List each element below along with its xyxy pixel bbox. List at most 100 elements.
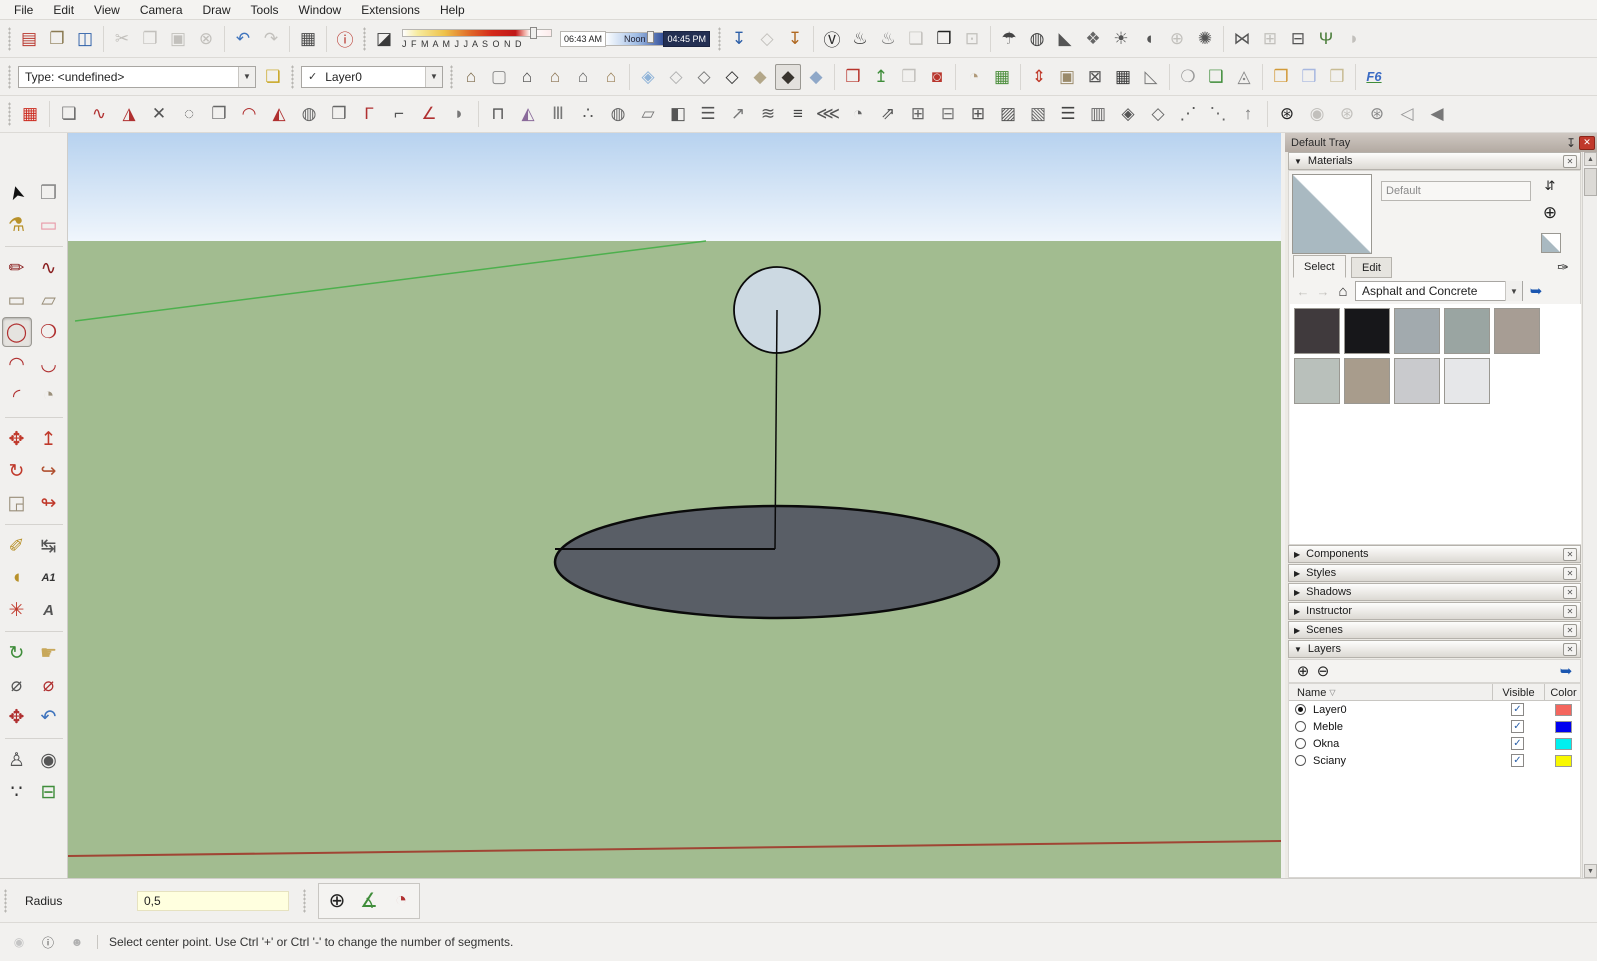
home-icon[interactable]: ⌂ (1333, 281, 1353, 301)
sandbox-from-contours-icon[interactable]: ◔ (961, 64, 987, 90)
vray-mesh-light-icon[interactable]: ⊕ (1164, 26, 1190, 52)
column-visible[interactable]: Visible (1492, 684, 1544, 701)
corner-line-icon[interactable]: ⌐ (385, 101, 413, 127)
angle-tool-icon[interactable]: ∠ (415, 101, 443, 127)
collection-dropdown[interactable]: Asphalt and Concrete ▼ (1355, 281, 1523, 301)
position-camera-icon[interactable]: ♙ (3, 746, 31, 774)
bezier-curve-icon[interactable]: ∿ (85, 101, 113, 127)
tape-measure-icon[interactable]: ✐ (3, 532, 31, 560)
look-around-icon[interactable]: ◉ (35, 746, 63, 774)
panel-header-shadows[interactable]: ▶ Shadows ✕ (1288, 583, 1581, 601)
toolbar-grip[interactable] (363, 26, 366, 51)
shadow-date-slider[interactable]: J F M A M J J A S O N D (402, 26, 552, 52)
rafters-icon[interactable]: ⋰ (1174, 101, 1202, 127)
tab-edit[interactable]: Edit (1351, 257, 1392, 278)
panel-header-styles[interactable]: ▶ Styles ✕ (1288, 564, 1581, 582)
bubble-tool-icon[interactable]: ◬ (1231, 64, 1257, 90)
three-point-arc-icon[interactable]: ◜ (3, 382, 31, 410)
toggle-terrain-icon[interactable]: ◇ (754, 26, 780, 52)
sandbox-from-scratch-icon[interactable]: ▦ (989, 64, 1015, 90)
vray-dome-light-icon[interactable]: ☂ (996, 26, 1022, 52)
open-file-icon[interactable]: ❐ (44, 26, 70, 52)
tab-select[interactable]: Select (1293, 255, 1346, 278)
door-frame-icon[interactable]: ⊟ (934, 101, 962, 127)
line-tool-icon[interactable]: ✏ (3, 254, 31, 282)
3d-text-icon[interactable]: A (35, 596, 63, 624)
arc-tool-icon[interactable]: ◠ (3, 350, 31, 378)
menu-item-tools[interactable]: Tools (241, 0, 289, 20)
orbit-tool-icon[interactable]: ↻ (3, 639, 31, 667)
scrollbar-thumb[interactable] (1584, 168, 1597, 196)
pie-tool-icon[interactable]: ◔ (35, 382, 63, 410)
panel-header-scenes[interactable]: ▶ Scenes ✕ (1288, 621, 1581, 639)
cameras-icon[interactable]: ⊛ (1363, 101, 1391, 127)
vray-rect-light-icon[interactable]: ◖ (1136, 26, 1162, 52)
scale-tool-icon[interactable]: ◲ (3, 489, 31, 517)
window-frame-icon[interactable]: ⊞ (904, 101, 932, 127)
view-frustum-icon[interactable]: ◁ (1393, 101, 1421, 127)
classification-type-dropdown[interactable]: Type: <undefined> ▼ (18, 65, 256, 88)
add-layer-icon[interactable]: ⊕ (1293, 661, 1313, 681)
material-swatch-9[interactable] (1444, 358, 1490, 404)
scroll-up-icon[interactable]: ▲ (1584, 152, 1597, 166)
polygon-tool-icon[interactable]: ❍ (35, 318, 63, 346)
layer-color-chip[interactable] (1555, 703, 1572, 716)
material-swatch-7[interactable] (1344, 358, 1390, 404)
vray-render-icon[interactable]: ♨ (847, 26, 873, 52)
menu-item-window[interactable]: Window (289, 0, 352, 20)
chevron-frame-icon[interactable]: ◈ (1114, 101, 1142, 127)
material-name-field[interactable] (1381, 181, 1531, 201)
section-plane-icon[interactable]: ⊟ (35, 778, 63, 806)
rotated-rectangle-icon[interactable]: ▱ (35, 286, 63, 314)
stamp-icon[interactable]: ▣ (1054, 64, 1080, 90)
material-swatch-5[interactable] (1494, 308, 1540, 354)
two-point-arc-icon[interactable]: ◡ (35, 350, 63, 378)
columns-tool-icon[interactable]: Ⅲ (544, 101, 572, 127)
zoom-tool-icon[interactable]: ⌀ (3, 671, 31, 699)
bevel-icon[interactable]: ❒ (1324, 64, 1350, 90)
drawn-disc-face[interactable] (553, 504, 1001, 620)
panel-array-icon[interactable]: ▥ (1084, 101, 1112, 127)
column-array-icon[interactable]: ∴ (574, 101, 602, 127)
staircase-icon[interactable]: ≡ (784, 101, 812, 127)
pan-tool-icon[interactable]: ☛ (35, 639, 63, 667)
louver-tool-icon[interactable]: ☰ (694, 101, 722, 127)
layer-row-meble[interactable]: Meble ✓ (1289, 718, 1580, 735)
eraser-icon[interactable]: ▭ (35, 211, 63, 239)
intersect-lines-icon[interactable]: ✕ (145, 101, 173, 127)
print-icon[interactable]: ▦ (295, 26, 321, 52)
menu-item-camera[interactable]: Camera (130, 0, 193, 20)
loft-spline-icon[interactable]: ❏ (55, 101, 83, 127)
vray-lock-icon[interactable]: ⊡ (959, 26, 985, 52)
select-tool-icon[interactable]: ➤ (0, 176, 34, 210)
undo-icon[interactable]: ↶ (230, 26, 256, 52)
libfredo-f6-icon[interactable]: F6 (1361, 64, 1387, 90)
close-panel-icon[interactable]: ✕ (1563, 623, 1577, 637)
create-material-icon[interactable]: ⊕ (1538, 201, 1562, 225)
time-slider-handle[interactable] (647, 30, 655, 43)
back-view-icon[interactable]: ⌂ (542, 64, 568, 90)
panel-tool-icon[interactable]: ▱ (634, 101, 662, 127)
tent-shape-icon[interactable]: ◭ (265, 101, 293, 127)
copy-icon[interactable]: ❐ (137, 26, 163, 52)
save-file-icon[interactable]: ◫ (72, 26, 98, 52)
pipe-along-path-icon[interactable]: ◠ (235, 101, 263, 127)
remove-layer-icon[interactable]: ⊖ (1313, 661, 1333, 681)
soap-skin-icon[interactable]: ❑ (1203, 64, 1229, 90)
escalator-icon[interactable]: ⇗ (874, 101, 902, 127)
flip-edge-icon[interactable]: ◺ (1138, 64, 1164, 90)
drape-icon[interactable]: ⊠ (1082, 64, 1108, 90)
add-camera-icon[interactable]: ⊛ (1273, 101, 1301, 127)
top-view-icon[interactable]: ▢ (486, 64, 512, 90)
cut-icon[interactable]: ✂ (109, 26, 135, 52)
monochrome-mode-icon[interactable]: ◆ (803, 64, 829, 90)
diagonal-pattern-icon[interactable]: ▧ (1024, 101, 1052, 127)
lock-camera-icon[interactable]: ⊛ (1333, 101, 1361, 127)
measurement-input[interactable] (137, 890, 289, 911)
text-tool-icon[interactable]: A1 (35, 564, 63, 592)
preview-camera-icon[interactable]: ◉ (1303, 101, 1331, 127)
visible-checkbox[interactable]: ✓ (1511, 754, 1524, 767)
menu-item-view[interactable]: View (84, 0, 130, 20)
column-color[interactable]: Color (1544, 684, 1582, 701)
chevron-down-icon[interactable]: ▼ (425, 66, 442, 87)
